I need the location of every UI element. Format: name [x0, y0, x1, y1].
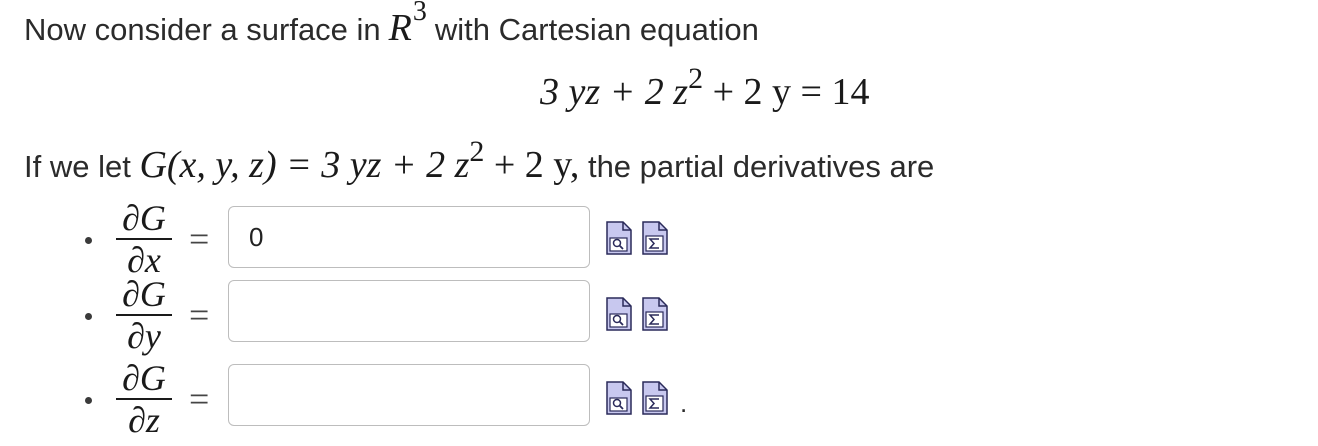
g-tail: + 2 y, [484, 144, 580, 186]
equation-exponent: 2 [688, 62, 704, 95]
formula-editor-icon[interactable] [642, 297, 668, 331]
preview-answer-icon[interactable] [606, 221, 632, 255]
space-exponent: 3 [412, 0, 427, 27]
formula-editor-icon[interactable] [642, 221, 668, 255]
equals-sign: = [189, 219, 210, 259]
partial-z-answer-input[interactable] [228, 364, 590, 426]
equals-sign: = [189, 295, 210, 335]
space-variable: R [388, 7, 412, 49]
intro-sentence: Now consider a surface in R3 with Cartesia… [24, 0, 759, 50]
g-exponent: 2 [469, 135, 485, 168]
equation-part2: + 2 y = 14 [703, 71, 870, 113]
fraction-denominator: ∂y [127, 316, 161, 356]
let-prefix: If we let [24, 149, 131, 184]
preview-answer-icon[interactable] [606, 297, 632, 331]
fraction-numerator: ∂G [122, 274, 166, 314]
trailing-period: . [680, 388, 688, 418]
let-suffix: the partial derivatives are [587, 149, 935, 184]
fraction-denominator: ∂z [128, 400, 160, 440]
intro-after: with Cartesian equation [434, 12, 759, 47]
list-bullet [85, 313, 92, 320]
preview-answer-icon[interactable] [606, 381, 632, 415]
equation-part1: 3 yz + 2 z [540, 71, 689, 113]
list-bullet [85, 397, 92, 404]
fraction-numerator: ∂G [122, 358, 166, 398]
fraction-denominator: ∂x [127, 240, 161, 280]
g-definition: G(x, y, z) = 3 yz + 2 z [139, 144, 470, 186]
formula-editor-icon[interactable] [642, 381, 668, 415]
fraction-numerator: ∂G [122, 198, 166, 238]
partial-y-answer-input[interactable] [228, 280, 590, 342]
intro-before: Now consider a surface in [24, 12, 381, 47]
let-sentence: If we let G(x, y, z) = 3 yz + 2 z2 + 2 y… [24, 135, 935, 187]
partial-x-answer-input[interactable] [228, 206, 590, 268]
equals-sign: = [189, 379, 210, 419]
list-bullet [85, 237, 92, 244]
cartesian-equation: 3 yz + 2 z2 + 2 y = 14 [540, 62, 870, 114]
